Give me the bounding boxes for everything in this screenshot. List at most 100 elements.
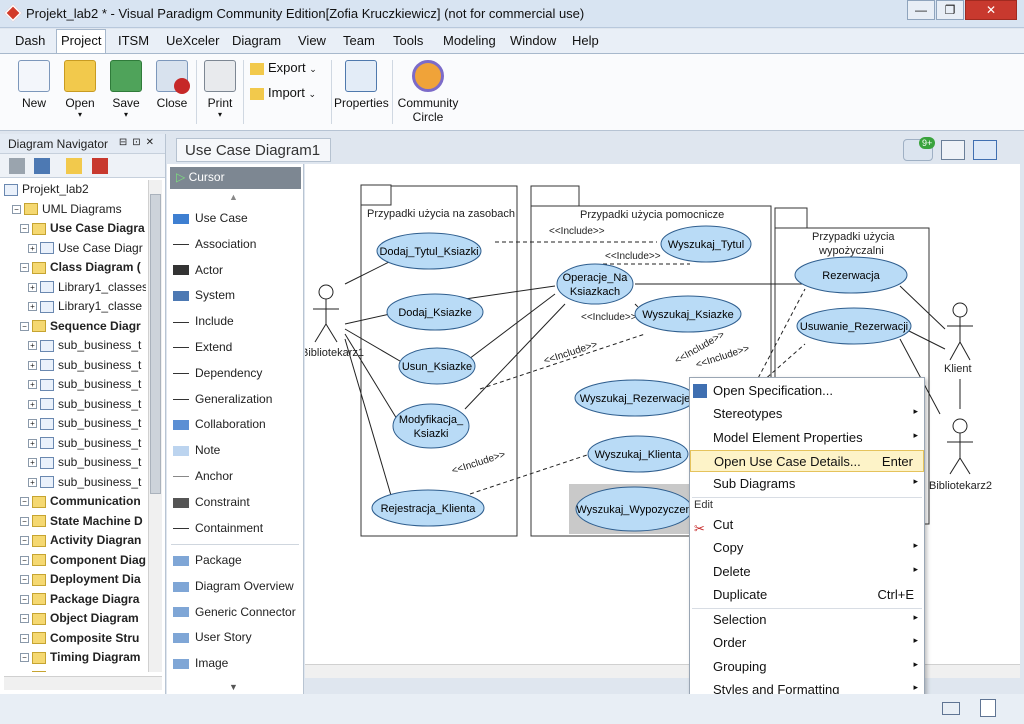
expand-toggle-icon[interactable]: − [20,516,29,526]
context-menu-item[interactable]: Model Element Properties ▸ [690,427,924,449]
menu-help[interactable]: Help [568,33,603,48]
tree-node[interactable]: + sub_business_t [28,395,141,414]
import-button[interactable]: Import ⌄ [250,85,328,100]
new-button[interactable]: New [14,60,54,110]
context-menu-item[interactable]: Delete ▸ [690,561,924,583]
scroll-thumb[interactable] [150,194,161,494]
expand-toggle-icon[interactable]: + [28,458,37,468]
tree-node[interactable]: + sub_business_t [28,434,141,453]
expand-toggle-icon[interactable]: + [28,419,37,429]
palette-tool[interactable]: Use Case [173,211,248,225]
palette-tool[interactable]: Containment [173,521,263,535]
palette-scroll-down-icon[interactable]: ▼ [229,682,238,692]
tree-node[interactable]: − Use Case Diagra [20,219,145,238]
palette-tool[interactable]: Collaboration [173,417,266,431]
navigator-vertical-scrollbar[interactable] [148,180,162,672]
toolbar-folder-icon[interactable] [66,158,82,174]
expand-toggle-icon[interactable]: + [28,438,37,448]
context-menu-item[interactable]: Duplicate Ctrl+E [690,584,924,606]
panel-controls-icon[interactable]: ⊟⊡✕ [119,137,159,148]
menu-itsm[interactable]: ITSM [114,33,153,48]
tree-node[interactable]: + sub_business_t [28,453,141,472]
fit-screen-icon[interactable] [941,140,965,160]
actor-figure[interactable] [318,284,334,300]
toolbar-grid-icon[interactable] [9,158,25,174]
expand-toggle-icon[interactable]: + [28,282,37,292]
palette-tool[interactable]: Constraint [173,495,250,509]
tree-node[interactable]: + sub_business_t [28,356,141,375]
tree-node[interactable]: − UML Diagrams [12,200,122,219]
expand-toggle-icon[interactable]: + [28,341,37,351]
tree-node[interactable]: − Timing Diagram [20,648,140,667]
palette-tool[interactable]: Diagram Overview [173,579,294,593]
cursor-tool[interactable]: ▷ Cursor [170,167,301,189]
tree-node[interactable]: + sub_business_t [28,414,141,433]
context-menu-item[interactable]: Selection ▸ [690,609,924,631]
tree-node[interactable]: − Class Diagram ( [20,258,141,277]
context-menu-item[interactable]: Stereotypes ▸ [690,403,924,425]
community-circle-button[interactable]: Community Circle [396,60,460,124]
menu-tools[interactable]: Tools [389,33,427,48]
context-menu-item[interactable]: Order ▸ [690,632,924,654]
properties-button[interactable]: Properties [334,60,389,110]
close-project-button[interactable]: Close [152,60,192,110]
expand-toggle-icon[interactable]: + [28,477,37,487]
context-menu-item[interactable]: Open Use Case Details... Enter [690,449,924,472]
tree-node[interactable]: Projekt_lab2 [4,180,89,199]
expand-toggle-icon[interactable]: − [20,614,29,624]
palette-scroll-up-icon[interactable]: ▲ [229,192,238,202]
context-menu-item[interactable]: Copy ▸ [690,537,924,559]
menu-team[interactable]: Team [339,33,379,48]
expand-toggle-icon[interactable]: − [20,633,29,643]
tree-node[interactable]: − Deployment Dia [20,570,141,589]
print-dropdown-icon[interactable]: ▾ [200,110,240,119]
palette-tool[interactable]: Image [173,656,228,670]
expand-toggle-icon[interactable]: − [12,204,21,214]
expand-toggle-icon[interactable]: + [28,302,37,312]
use-case-ellipse[interactable] [392,403,470,449]
expand-toggle-icon[interactable]: − [20,575,29,585]
tree-node[interactable]: − Component Diag [20,551,146,570]
tree-node[interactable]: − Package Diagra [20,590,139,609]
context-menu-item[interactable]: Grouping ▸ [690,656,924,678]
palette-tool[interactable]: Association [173,237,256,251]
expand-toggle-icon[interactable]: − [20,536,29,546]
menu-project[interactable]: Project [56,29,107,53]
print-button[interactable]: Print ▾ [200,60,240,119]
palette-tool[interactable]: Generic Connector [173,605,296,619]
menu-uexceler[interactable]: UeXceler [162,33,223,48]
palette-tool[interactable]: Anchor [173,469,233,483]
save-button[interactable]: Save ▾ [106,60,146,119]
tree-node[interactable]: + Library1_classe [28,297,142,316]
expand-toggle-icon[interactable]: − [20,594,29,604]
menu-dash[interactable]: Dash [11,33,49,48]
tree-node[interactable]: − State Machine D [20,512,143,531]
expand-toggle-icon[interactable]: + [28,380,37,390]
tree-node[interactable]: −Interaction Ove [20,668,137,672]
layout-panel-icon[interactable] [973,140,997,160]
tree-node[interactable]: − Composite Stru [20,629,139,648]
palette-tool[interactable]: Extend [173,340,232,354]
tree-node[interactable]: + sub_business_t [28,473,141,492]
notes-icon[interactable] [980,699,996,717]
expand-toggle-icon[interactable]: + [28,399,37,409]
expand-toggle-icon[interactable]: − [20,263,29,273]
tree-node[interactable]: + sub_business_t [28,375,141,394]
mail-icon[interactable] [942,702,960,715]
expand-toggle-icon[interactable]: + [28,360,37,370]
palette-tool[interactable]: Package [173,553,242,567]
menu-modeling[interactable]: Modeling [439,33,500,48]
context-menu-item[interactable]: Open Specification... [690,380,924,402]
context-menu-item[interactable]: Sub Diagrams ▸ [690,473,924,495]
navigator-horizontal-scrollbar[interactable] [4,676,162,690]
palette-tool[interactable]: Dependency [173,366,262,380]
expand-toggle-icon[interactable]: − [20,224,29,234]
diagram-breadcrumb[interactable]: Use Case Diagram1 [176,138,331,162]
tree-node[interactable]: + sub_business_t [28,336,141,355]
tree-node[interactable]: + Use Case Diagr [28,239,143,258]
save-dropdown-icon[interactable]: ▾ [106,110,146,119]
menu-view[interactable]: View [294,33,330,48]
actor-figure[interactable] [952,302,968,318]
context-menu-item[interactable]: Cut [690,514,924,536]
tree-node[interactable]: − Communication [20,492,141,511]
